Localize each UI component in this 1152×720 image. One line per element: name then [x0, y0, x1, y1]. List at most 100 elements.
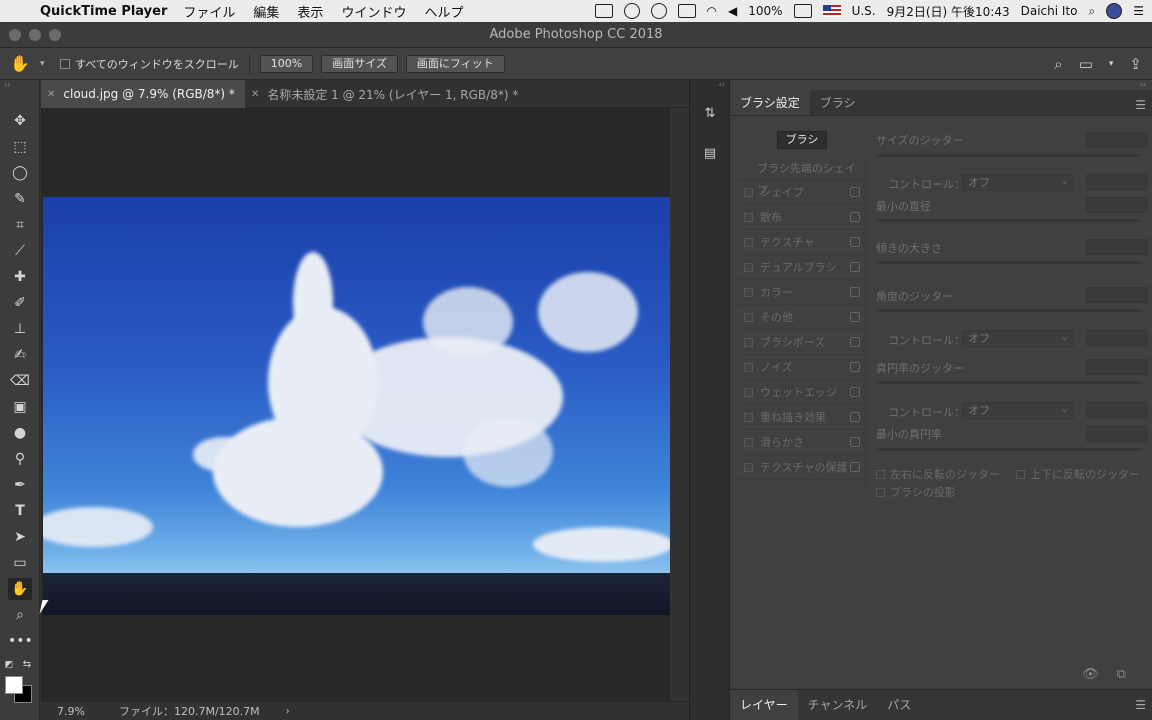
swap-colors-icon[interactable]: ⇆ — [20, 654, 34, 676]
option-texture[interactable]: テクスチャ — [737, 230, 865, 255]
checkbox-box[interactable] — [876, 469, 885, 479]
lock-icon[interactable] — [850, 187, 860, 197]
collapse-panels-icon[interactable]: ‹‹ — [690, 80, 729, 90]
angle-jitter-field[interactable] — [1086, 287, 1148, 303]
checkbox[interactable] — [744, 462, 753, 472]
tilt-scale-field[interactable] — [1086, 239, 1148, 255]
default-colors-icon[interactable]: ◩ — [2, 654, 16, 676]
option-dual-brush[interactable]: デュアルブラシ — [737, 255, 865, 280]
option-transfer[interactable]: その他 — [737, 305, 865, 330]
lock-icon[interactable] — [850, 212, 860, 222]
roundness-jitter-slider[interactable] — [876, 381, 1141, 384]
layers-panel-menu-icon[interactable]: ☰ — [1135, 698, 1146, 712]
rectangle-tool-icon[interactable]: ▭ — [8, 552, 32, 574]
chevron-down-icon[interactable]: ▾ — [40, 59, 52, 69]
notification-center-icon[interactable]: ☰ — [1133, 4, 1144, 18]
menu-view[interactable]: 表示 — [297, 2, 323, 21]
size-control-field[interactable] — [1086, 174, 1148, 190]
volume-icon[interactable]: ◀ — [728, 4, 737, 18]
lock-icon[interactable] — [850, 337, 860, 347]
size-jitter-field[interactable] — [1086, 132, 1148, 148]
lasso-tool-icon[interactable]: ◯ — [8, 162, 32, 184]
close-window-button[interactable] — [9, 29, 21, 41]
scroll-all-windows-checkbox[interactable]: すべてのウィンドウをスクロール — [60, 56, 239, 72]
screen-record-icon[interactable] — [594, 4, 613, 18]
us-flag-icon[interactable] — [822, 5, 841, 17]
roundness-control-field[interactable] — [1086, 402, 1148, 418]
option-wet-edges[interactable]: ウェットエッジ — [737, 380, 865, 405]
workspace-chevron-icon[interactable]: ▾ — [1109, 59, 1114, 69]
checkbox-box[interactable] — [876, 487, 885, 497]
healing-brush-tool-icon[interactable]: ✚ — [8, 266, 32, 288]
history-brush-tool-icon[interactable]: ✍ — [8, 344, 32, 366]
lock-icon[interactable] — [850, 412, 860, 422]
option-build-up[interactable]: 重ね描き効果 — [737, 405, 865, 430]
min-diameter-field[interactable] — [1086, 197, 1148, 213]
brush-tool-icon[interactable]: ✐ — [8, 292, 32, 314]
blur-tool-icon[interactable]: ● — [8, 422, 32, 444]
lock-icon[interactable] — [850, 387, 860, 397]
min-diameter-slider[interactable] — [876, 219, 1141, 222]
brushes-button[interactable]: ブラシ — [777, 131, 827, 149]
option-scattering[interactable]: 散布 — [737, 205, 865, 230]
checkbox[interactable] — [744, 387, 753, 397]
clone-stamp-tool-icon[interactable]: ⊥ — [8, 318, 32, 340]
search-icon[interactable]: ⌕ — [1054, 55, 1062, 73]
close-icon[interactable]: ✕ — [47, 89, 55, 100]
menu-file[interactable]: ファイル — [183, 2, 235, 21]
min-roundness-slider[interactable] — [876, 448, 1141, 451]
lock-icon[interactable] — [850, 262, 860, 272]
menu-app-name[interactable]: QuickTime Player — [40, 4, 167, 19]
foreground-color-swatch[interactable] — [5, 676, 23, 694]
tab-brush-settings[interactable]: ブラシ設定 — [730, 90, 810, 115]
menubar-clock[interactable]: 9月2日(日) 午後10:43 — [887, 3, 1010, 20]
marquee-tool-icon[interactable]: ⬚ — [8, 136, 32, 158]
siri-icon[interactable] — [1106, 3, 1123, 19]
share-icon[interactable]: ⇪ — [1129, 55, 1142, 73]
tab-layers[interactable]: レイヤー — [730, 690, 798, 720]
lock-icon[interactable] — [850, 312, 860, 322]
checkbox[interactable] — [744, 362, 753, 372]
zoom-tool-icon[interactable]: ⌕ — [8, 604, 32, 626]
move-tool-icon[interactable]: ✥ — [8, 110, 32, 132]
zoom-level[interactable]: 7.9% — [41, 705, 97, 718]
option-noise[interactable]: ノイズ — [737, 355, 865, 380]
dodge-tool-icon[interactable]: ⚲ — [8, 448, 32, 470]
edit-toolbar-icon[interactable]: ••• — [8, 630, 33, 652]
canvas-area[interactable] — [41, 108, 670, 701]
checkbox[interactable] — [744, 412, 753, 422]
tilt-scale-slider[interactable] — [876, 261, 1141, 264]
tab-brushes[interactable]: ブラシ — [810, 90, 866, 115]
menubar-user[interactable]: Daichi Ito — [1021, 4, 1078, 18]
type-tool-icon[interactable]: T — [8, 500, 32, 522]
toggle-live-tip-preview-icon[interactable]: 👁 — [1082, 667, 1099, 682]
option-protect-texture[interactable]: テクスチャの保護 — [737, 455, 865, 480]
airplay-icon[interactable] — [677, 4, 696, 18]
input-source[interactable]: U.S. — [852, 4, 876, 18]
checkbox[interactable] — [744, 237, 753, 247]
brush-settings-panel-icon[interactable]: ▤ — [701, 146, 719, 164]
path-selection-tool-icon[interactable]: ➤ — [8, 526, 32, 548]
lock-icon[interactable] — [850, 287, 860, 297]
roundness-control-select[interactable]: オフ — [962, 401, 1074, 419]
tab-channels[interactable]: チャンネル — [798, 690, 878, 720]
cloud-photo[interactable] — [43, 197, 670, 615]
flip-x-jitter-checkbox[interactable]: 左右に反転のジッター — [876, 466, 1000, 482]
zoom-window-button[interactable] — [49, 29, 61, 41]
checkbox[interactable] — [744, 312, 753, 322]
tab-untitled-1[interactable]: ✕ 名称未設定 1 @ 21% (レイヤー 1, RGB/8*) * — [245, 80, 528, 108]
option-smoothing[interactable]: 滑らかさ — [737, 430, 865, 455]
lock-icon[interactable] — [850, 237, 860, 247]
checkbox-box[interactable] — [60, 58, 70, 69]
history-panel-icon[interactable]: ⇅ — [701, 106, 719, 124]
spotlight-search-icon[interactable]: ⌕ — [1089, 4, 1096, 19]
angle-control-field[interactable] — [1086, 330, 1148, 346]
menu-help[interactable]: ヘルプ — [424, 2, 463, 21]
tab-paths[interactable]: パス — [877, 690, 921, 720]
eraser-tool-icon[interactable]: ⌫ — [8, 370, 32, 392]
collapse-panel-icon[interactable]: ›› — [730, 80, 1152, 90]
option-brush-pose[interactable]: ブラシポーズ — [737, 330, 865, 355]
brush-projection-checkbox[interactable]: ブラシの投影 — [876, 484, 956, 500]
flip-y-jitter-checkbox[interactable]: 上下に反転のジッター — [1016, 466, 1140, 482]
quick-selection-tool-icon[interactable]: ✎ — [8, 188, 32, 210]
